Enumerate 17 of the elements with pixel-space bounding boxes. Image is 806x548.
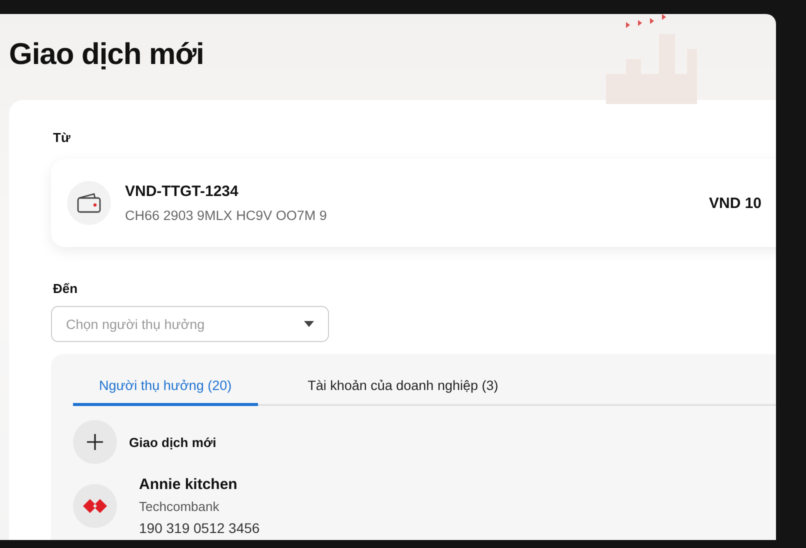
tab[interactable]: Người thụ hưởng (20) (73, 370, 258, 406)
new-transaction-link[interactable]: Giao dịch mới (129, 434, 216, 450)
wallet-icon (67, 181, 111, 225)
beneficiary-name: Annie kitchen (139, 476, 238, 493)
account-balance: VND 10 (709, 194, 762, 212)
bank-logo-icon (73, 484, 117, 528)
from-label: Từ (53, 130, 72, 145)
beneficiary-bank: Techcombank (139, 499, 220, 514)
page-title: Giao dịch mới (9, 38, 204, 72)
tab[interactable]: Tài khoản của doanh nghiệp (3) (282, 370, 524, 406)
beneficiary-account: 190 319 0512 3456 (139, 520, 260, 536)
plus-icon[interactable] (73, 420, 117, 464)
to-label: Đến (53, 281, 79, 296)
account-card[interactable]: VND-TTGT-1234 CH66 2903 9MLX HC9V OO7M 9 VND 10 (51, 159, 776, 247)
account-name: VND-TTGT-1234 (125, 183, 240, 200)
caret-icon (304, 321, 314, 327)
account-number: CH66 2903 9MLX HC9V OO7M 9 (125, 208, 328, 223)
